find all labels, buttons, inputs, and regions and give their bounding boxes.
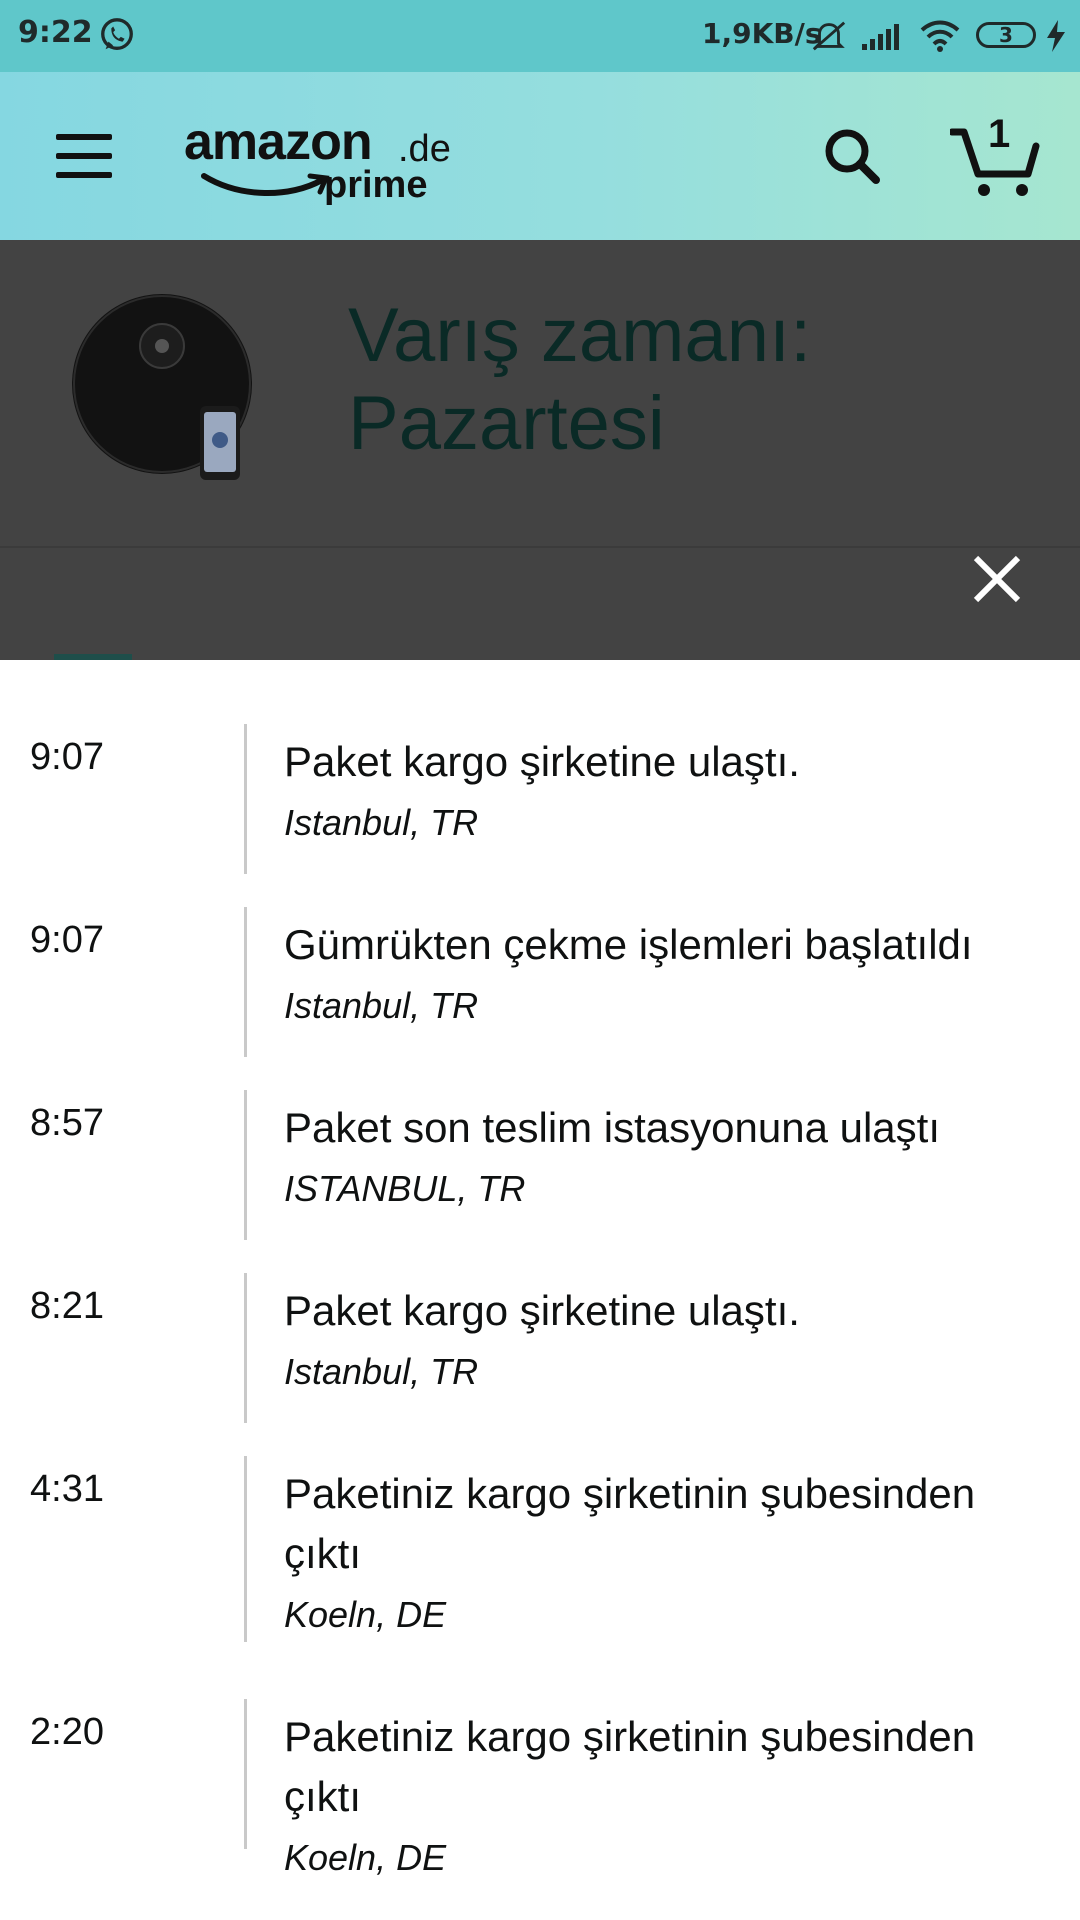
timeline-line	[244, 1456, 247, 1642]
whatsapp-icon	[101, 18, 133, 50]
timeline-line	[244, 907, 247, 1057]
status-bar: 9:22 1,9KB/s 3	[0, 0, 1080, 72]
wifi-icon	[920, 20, 960, 52]
mute-icon	[812, 21, 846, 51]
status-time: 9:22	[18, 15, 93, 50]
timeline-line	[244, 1090, 247, 1240]
close-icon[interactable]	[966, 548, 1028, 610]
timeline-line	[244, 724, 247, 874]
event-title: Paket kargo şirketine ulaştı.	[284, 738, 800, 785]
event-location: Istanbul, TR	[284, 1351, 479, 1392]
event-title: Paketiniz kargo şirketinin şubesinden çı…	[284, 1713, 976, 1820]
signal-icon	[862, 24, 899, 50]
event-time: 8:21	[30, 1285, 104, 1327]
event-title: Paket kargo şirketine ulaştı.	[284, 1287, 800, 1334]
cart-icon	[950, 128, 1040, 196]
arrival-title: Varış zamanı: Pazartesi	[348, 293, 812, 466]
tracking-timeline: 9:07 Paket kargo şirketine ulaştı. Istan…	[0, 660, 1080, 1920]
app-header: amazon .de prime 1	[0, 72, 1080, 240]
event-location: Istanbul, TR	[284, 985, 479, 1026]
event-time: 9:07	[30, 736, 104, 778]
event-title: Paketiniz kargo şirketinin şubesinden çı…	[284, 1470, 976, 1577]
event-title: Gümrükten çekme işlemleri başlatıldı	[284, 921, 973, 968]
event-time: 4:31	[30, 1468, 104, 1510]
timeline-line	[244, 1699, 247, 1849]
charging-bolt-icon	[1047, 20, 1065, 52]
battery-icon: 3	[976, 22, 1036, 48]
product-image	[72, 294, 252, 480]
divider	[0, 546, 1080, 548]
event-time: 9:07	[30, 919, 104, 961]
event-location: Koeln, DE	[284, 1594, 447, 1635]
event-time: 8:57	[30, 1102, 104, 1144]
cart-button[interactable]: 1	[950, 112, 1040, 198]
event-time: 2:20	[30, 1711, 104, 1753]
event-location: Koeln, DE	[284, 1837, 447, 1878]
amazon-prime-logo[interactable]: amazon .de prime	[184, 112, 454, 212]
timeline-line	[244, 1273, 247, 1423]
event-location: Istanbul, TR	[284, 802, 479, 843]
event-title: Paket son teslim istasyonuna ulaştı	[284, 1104, 941, 1151]
logo-prime-text: prime	[324, 164, 428, 206]
amazon-smile-icon	[201, 173, 330, 196]
search-icon[interactable]	[822, 126, 884, 188]
network-speed: 1,9KB/s	[702, 17, 822, 50]
logo-main-text: amazon	[184, 113, 373, 171]
menu-icon[interactable]	[56, 134, 112, 178]
event-location: ISTANBUL, TR	[284, 1168, 526, 1209]
